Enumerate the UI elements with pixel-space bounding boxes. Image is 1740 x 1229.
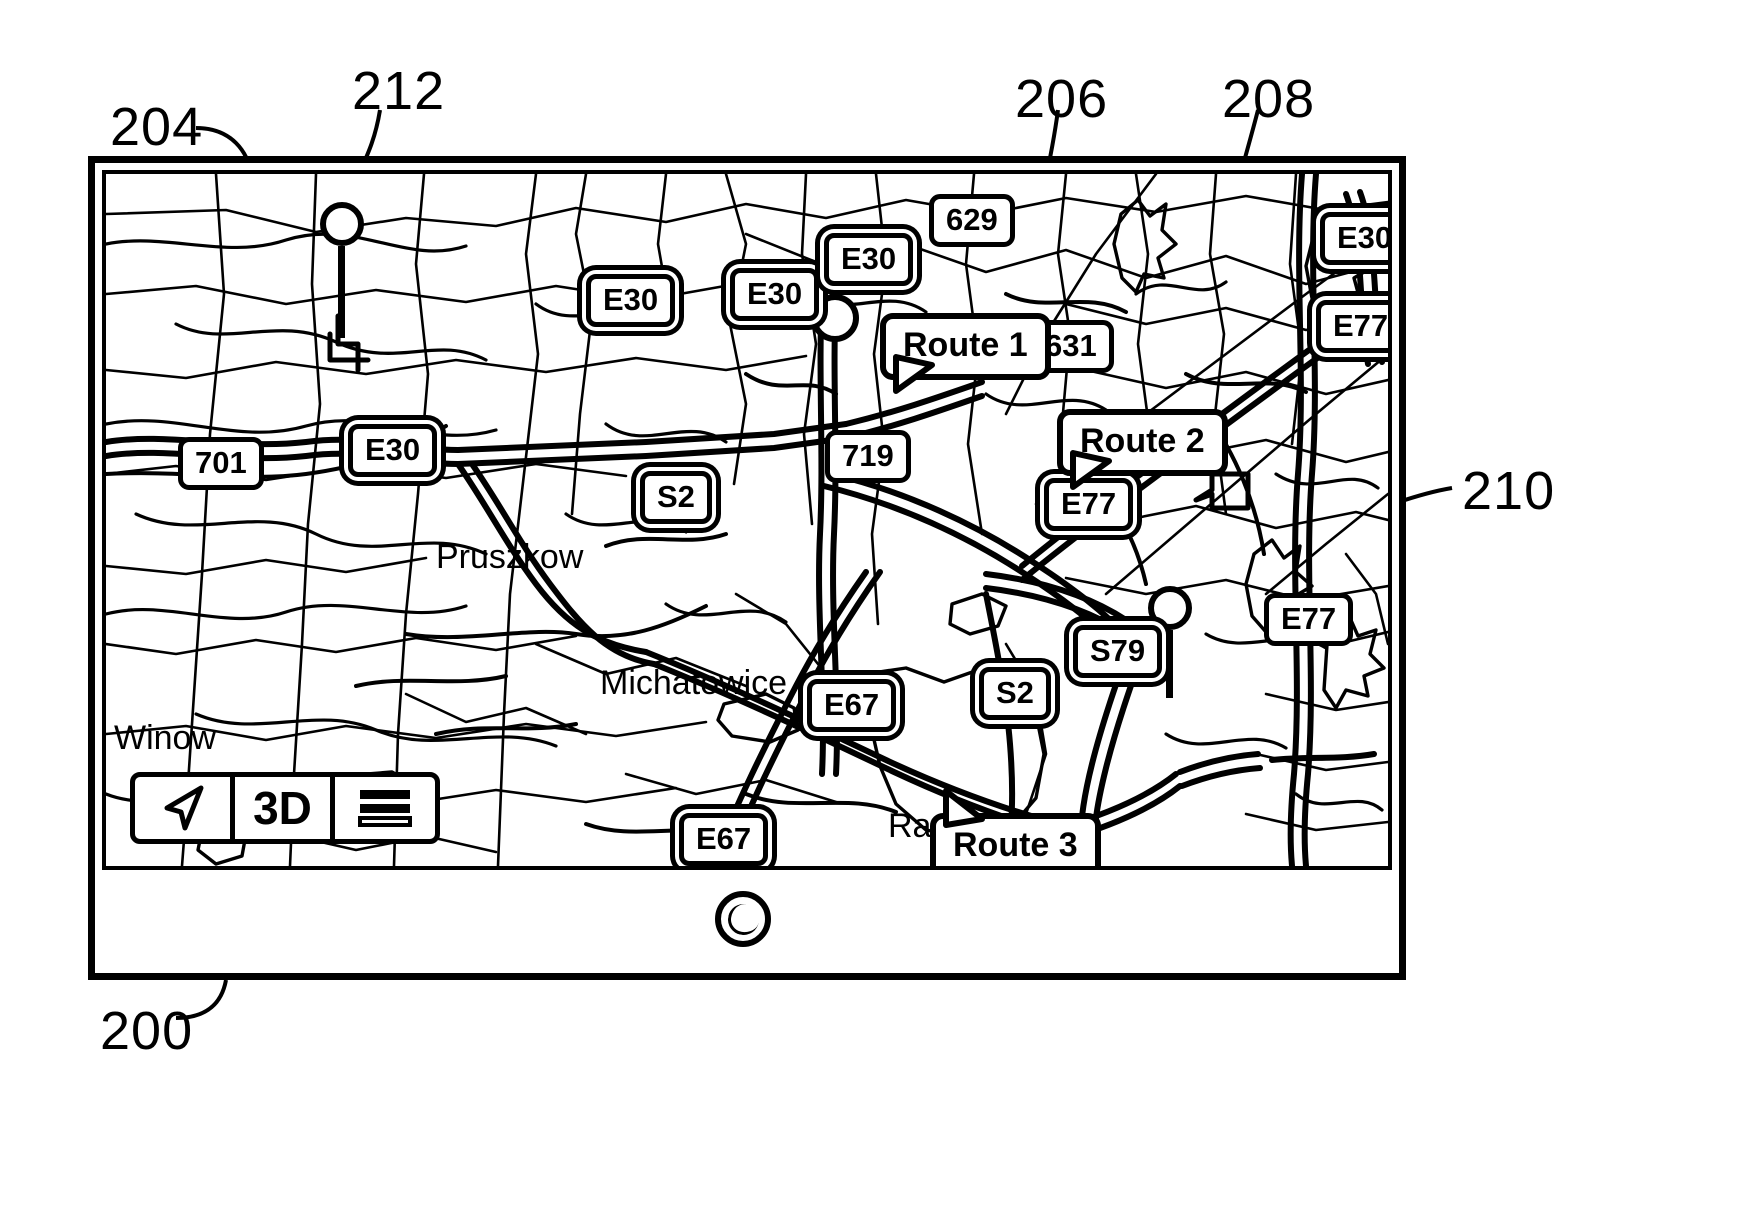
place-label-michalowice: Michatowice	[600, 664, 788, 702]
reference-numeral-212: 212	[352, 61, 446, 121]
view-3d-button[interactable]: 3D	[235, 777, 335, 839]
navigation-arrow-icon	[164, 785, 203, 831]
origin-pin[interactable]	[320, 202, 364, 338]
route-3-label: Route 3	[953, 826, 1078, 864]
destination-pin-stem	[1166, 630, 1173, 698]
road-shield-e77-ne[interactable]: E77	[1316, 300, 1388, 353]
road-shield-e67-sw[interactable]: E67	[679, 813, 769, 866]
place-label-ra: Ra	[888, 807, 932, 845]
place-label-pruszkow: Pruszkow	[436, 538, 584, 576]
reference-numeral-210: 210	[1462, 461, 1556, 521]
route-3-callout[interactable]: Route 3	[930, 788, 1101, 866]
road-shield-e30-mid3[interactable]: E30	[824, 233, 914, 286]
road-shield-s79[interactable]: S79	[1073, 625, 1163, 678]
patent-figure: 204 212 206 208 210 202 200	[0, 0, 1740, 1229]
road-shield-e77-mid[interactable]: E77	[1044, 478, 1134, 531]
map-screen[interactable]: 701 E30 E30 E30 E30 629 631 E30 E77 719 …	[102, 170, 1392, 870]
route-2-callout[interactable]: Route 2	[1057, 409, 1228, 490]
road-shield-629[interactable]: 629	[929, 194, 1015, 247]
navigation-arrow-button[interactable]	[135, 777, 235, 839]
route-2-label: Route 2	[1080, 422, 1205, 460]
origin-pin-head	[320, 202, 364, 246]
road-shield-e67-mid[interactable]: E67	[807, 679, 897, 732]
route-1-callout[interactable]: Route 1	[880, 313, 1051, 394]
road-shield-701[interactable]: 701	[178, 437, 264, 490]
road-shield-e30-mid1[interactable]: E30	[586, 274, 676, 327]
road-shield-s2-south[interactable]: S2	[979, 667, 1051, 720]
reference-numeral-206: 206	[1015, 69, 1109, 129]
road-shield-e77-se[interactable]: E77	[1264, 593, 1354, 646]
reference-numeral-200: 200	[100, 1001, 194, 1061]
destination-pin-head	[1148, 586, 1192, 630]
place-label-winow: Winow	[114, 719, 217, 757]
road-shield-e30-east[interactable]: E30	[1320, 212, 1388, 265]
route-1-label: Route 1	[903, 326, 1028, 364]
device-bottom-bar	[102, 870, 1392, 966]
reference-numeral-204: 204	[110, 97, 204, 157]
road-shield-719[interactable]: 719	[825, 430, 911, 483]
road-shield-e30-west[interactable]: E30	[348, 424, 438, 477]
road-shield-s2-north[interactable]: S2	[640, 471, 712, 524]
3d-text-icon: 3D	[253, 782, 312, 834]
origin-pin-stem	[338, 246, 345, 338]
reference-numeral-208: 208	[1222, 69, 1316, 129]
hamburger-menu-icon	[358, 790, 412, 827]
road-shield-e30-mid2[interactable]: E30	[730, 268, 820, 321]
map-toolbar: 3D	[130, 772, 440, 844]
home-button[interactable]	[715, 891, 771, 947]
menu-button[interactable]	[335, 777, 435, 839]
